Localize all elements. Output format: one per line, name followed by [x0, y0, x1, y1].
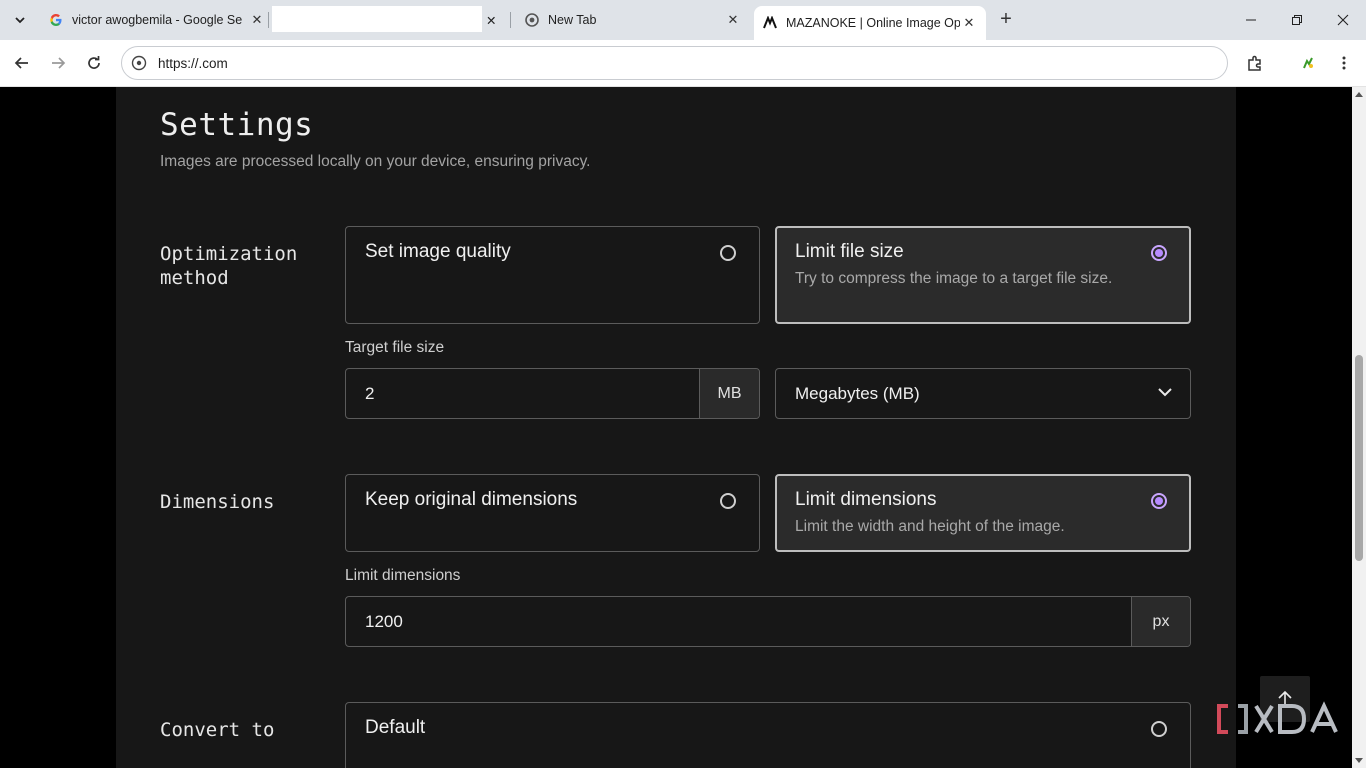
tab-search-button[interactable] — [8, 8, 32, 32]
option-limit-dimensions[interactable]: Limit dimensions Limit the width and hei… — [775, 474, 1191, 552]
option-description: Limit the width and height of the image. — [795, 518, 1065, 535]
radio-checked[interactable] — [1151, 493, 1167, 509]
minimize-button[interactable] — [1241, 10, 1261, 30]
unit-addon: px — [1131, 597, 1190, 646]
page-scrollbar[interactable] — [1352, 87, 1366, 768]
option-keep-original-dimensions[interactable]: Keep original dimensions — [345, 474, 760, 552]
tab-title: victor awogbemila - Google Se — [72, 13, 243, 27]
radio-checked[interactable] — [1151, 245, 1167, 261]
mazanoke-icon — [762, 15, 778, 31]
puzzle-icon — [1248, 55, 1261, 71]
new-tab-button[interactable]: + — [996, 8, 1016, 30]
tab-mazanoke[interactable]: MAZANOKE | Online Image Op ✕ — [754, 6, 986, 40]
browser-tab-bar: victor awogbemila - Google Se ✕ ✕ New Ta… — [0, 0, 1366, 40]
scrollbar-thumb[interactable] — [1355, 355, 1363, 561]
arrow-left-icon — [14, 57, 28, 69]
option-title: Limit dimensions — [795, 489, 937, 510]
limit-dimensions-label: Limit dimensions — [345, 567, 461, 584]
option-title: Set image quality — [365, 241, 511, 262]
option-title: Limit file size — [795, 241, 904, 262]
page-viewport: Settings Images are processed locally on… — [0, 87, 1352, 768]
option-title: Keep original dimensions — [365, 489, 578, 510]
reload-button[interactable] — [83, 52, 105, 74]
close-icon — [1337, 14, 1349, 26]
profile-avatar-icon — [1303, 57, 1313, 69]
browser-toolbar: https://.com — [0, 40, 1366, 87]
option-limit-file-size[interactable]: Limit file size Try to compress the imag… — [775, 226, 1191, 324]
xda-watermark-logo — [1217, 701, 1338, 734]
option-set-image-quality[interactable]: Set image quality — [345, 226, 760, 324]
profile-button[interactable] — [1297, 52, 1319, 74]
target-file-size-input[interactable]: 2 MB — [345, 368, 760, 419]
page-title: Settings — [160, 107, 314, 143]
close-tab-icon[interactable]: ✕ — [960, 14, 978, 32]
tab-divider — [268, 12, 269, 28]
option-description: Try to compress the image to a target fi… — [795, 270, 1113, 287]
close-tab-icon[interactable]: ✕ — [248, 11, 266, 29]
radio-unchecked[interactable] — [1151, 721, 1167, 737]
unit-addon: MB — [699, 369, 759, 418]
plus-icon: + — [1000, 8, 1012, 30]
address-bar[interactable]: https://.com — [121, 46, 1228, 80]
convert-to-label: Convert to — [160, 719, 275, 741]
limit-dimensions-input[interactable]: 1200 px — [345, 596, 1191, 647]
reload-icon — [88, 56, 100, 69]
target-file-size-label: Target file size — [345, 339, 445, 356]
tab-title: New Tab — [548, 13, 597, 27]
target-file-size-value: 2 — [365, 384, 375, 403]
scroll-up-arrow-icon[interactable] — [1355, 91, 1363, 99]
close-tab-icon[interactable]: ✕ — [724, 11, 742, 29]
restore-button[interactable] — [1287, 10, 1307, 30]
tab-blank[interactable] — [272, 6, 482, 32]
tab-new-tab[interactable]: New Tab ✕ — [524, 6, 742, 34]
option-default-format[interactable]: Default — [345, 702, 1191, 768]
optimization-method-label: Optimization method — [160, 243, 298, 289]
tab-divider — [510, 12, 511, 28]
arrow-right-icon — [52, 57, 66, 69]
url-text: https://.com — [158, 56, 228, 71]
settings-panel — [116, 87, 1236, 768]
forward-button[interactable] — [47, 52, 69, 74]
page-subtitle: Images are processed locally on your dev… — [160, 153, 591, 170]
more-vertical-icon — [1342, 56, 1346, 70]
unit-select-value: Megabytes (MB) — [795, 384, 920, 403]
google-icon — [48, 12, 64, 28]
chrome-icon — [524, 12, 540, 28]
chevron-down-icon — [15, 17, 25, 24]
tab-google-search[interactable]: victor awogbemila - Google Se ✕ — [48, 6, 266, 34]
close-window-button[interactable] — [1333, 10, 1353, 30]
tab-title: MAZANOKE | Online Image Op — [786, 16, 960, 30]
option-title: Default — [365, 717, 426, 738]
minimize-icon — [1246, 19, 1256, 21]
radio-unchecked[interactable] — [720, 493, 736, 509]
site-info-icon[interactable] — [131, 55, 147, 71]
radio-unchecked[interactable] — [720, 245, 736, 261]
dimensions-label: Dimensions — [160, 491, 275, 513]
restore-icon — [1292, 15, 1302, 25]
scroll-down-arrow-icon[interactable] — [1355, 756, 1363, 764]
back-button[interactable] — [11, 52, 33, 74]
close-tab-icon[interactable]: ✕ — [486, 11, 504, 29]
chevron-down-icon — [1158, 388, 1172, 397]
extensions-button[interactable] — [1244, 52, 1266, 74]
browser-menu-button[interactable] — [1333, 52, 1355, 74]
unit-select[interactable]: Megabytes (MB) — [775, 368, 1191, 419]
limit-dimensions-value: 1200 — [365, 612, 403, 631]
